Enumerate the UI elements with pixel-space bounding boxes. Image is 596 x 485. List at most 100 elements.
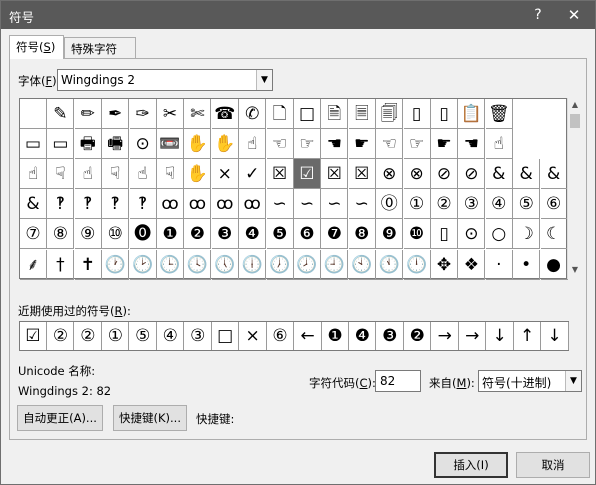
- symbol-cell[interactable]: &: [20, 189, 47, 220]
- cancel-button[interactable]: 取消: [516, 452, 590, 478]
- symbol-cell[interactable]: ☒: [321, 159, 349, 190]
- symbol-cell[interactable]: ☛: [431, 129, 458, 160]
- symbol-cell[interactable]: 🗏: [348, 99, 376, 129]
- symbol-cell[interactable]: ✂: [157, 99, 184, 129]
- symbol-cell[interactable]: 🕔: [211, 249, 239, 280]
- symbol-cell[interactable]: ⊙: [129, 129, 157, 160]
- recent-symbol-cell[interactable]: →: [459, 322, 487, 350]
- symbol-cell[interactable]: 🗐: [376, 99, 404, 129]
- symbol-cell[interactable]: ●: [540, 249, 568, 280]
- recent-symbols[interactable]: ☑ ② ② ① ⑤ ④ ③ □ × ⑥ ← ❶ ❹ ❸ ❷ → → ↓ ↑ ↓: [19, 321, 569, 351]
- symbol-cell[interactable]: ☝: [485, 129, 513, 160]
- symbol-cell[interactable]: ☝: [239, 129, 267, 160]
- symbol-cell[interactable]: ∽: [348, 189, 376, 220]
- recent-symbol-cell[interactable]: ☑: [20, 322, 47, 350]
- symbol-cell[interactable]: ☜: [376, 129, 404, 160]
- symbol-cell[interactable]: ☾: [540, 219, 568, 250]
- recent-symbol-cell[interactable]: →: [432, 322, 459, 350]
- symbol-cell[interactable]: ❹: [239, 219, 267, 250]
- symbol-cell[interactable]: ⑥: [540, 189, 568, 220]
- symbol-cell[interactable]: ☟: [47, 159, 75, 190]
- symbol-cell[interactable]: 🕙: [348, 249, 376, 280]
- close-button[interactable]: ✕: [559, 1, 589, 29]
- symbol-cell[interactable]: ꝏ: [157, 189, 184, 220]
- symbol-cell[interactable]: ❽: [348, 219, 376, 250]
- recent-symbol-cell[interactable]: ❶: [322, 322, 349, 350]
- symbol-cell[interactable]: ⓪: [376, 189, 404, 220]
- recent-symbol-cell[interactable]: ③: [185, 322, 212, 350]
- symbol-cell[interactable]: ☜: [266, 129, 294, 160]
- symbol-cell[interactable]: &: [485, 159, 513, 190]
- symbol-cell[interactable]: ⊗: [403, 159, 431, 190]
- symbol-cell[interactable]: ▯: [403, 99, 431, 129]
- symbol-cell[interactable]: ②: [431, 189, 458, 220]
- recent-symbol-cell[interactable]: ⑥: [267, 322, 295, 350]
- symbol-cell[interactable]: ‽: [74, 189, 102, 220]
- symbol-cell[interactable]: ☎: [211, 99, 239, 129]
- symbol-cell[interactable]: &: [540, 159, 568, 190]
- symbol-cell[interactable]: ☑: [294, 159, 321, 190]
- symbol-cell[interactable]: ✒: [102, 99, 130, 129]
- symbol-cell[interactable]: ☽: [513, 219, 541, 250]
- recent-symbol-cell[interactable]: ↓: [542, 322, 569, 350]
- symbol-cell[interactable]: ❻: [294, 219, 321, 250]
- symbol-cell[interactable]: ☚: [458, 129, 486, 160]
- autocorrect-button[interactable]: 自动更正(A)...: [17, 405, 103, 431]
- recent-symbol-cell[interactable]: ←: [295, 322, 322, 350]
- symbol-cell[interactable]: ☟: [102, 159, 130, 190]
- symbol-cell[interactable]: ☝: [74, 159, 102, 190]
- symbol-cell[interactable]: ⊘: [458, 159, 486, 190]
- recent-symbol-cell[interactable]: ↓: [487, 322, 514, 350]
- recent-symbol-cell[interactable]: □: [212, 322, 240, 350]
- symbol-cell[interactable]: ⑤: [513, 189, 541, 220]
- symbol-cell[interactable]: ❿: [403, 219, 431, 250]
- symbol-cell[interactable]: 🖷: [102, 129, 130, 160]
- symbol-cell[interactable]: ‽: [102, 189, 130, 220]
- symbol-cell[interactable]: ❖: [458, 249, 486, 280]
- symbol-cell[interactable]: ·: [485, 249, 513, 280]
- recent-symbol-cell[interactable]: ①: [102, 322, 130, 350]
- tab-special-characters[interactable]: 特殊字符(P): [64, 37, 136, 71]
- symbol-cell[interactable]: ✏: [74, 99, 102, 129]
- symbol-cell[interactable]: ∽: [294, 189, 321, 220]
- symbol-cell[interactable]: 📋: [458, 99, 486, 129]
- recent-symbol-cell[interactable]: ❹: [349, 322, 377, 350]
- symbol-cell[interactable]: ∽: [321, 189, 349, 220]
- symbol-cell[interactable]: ✝: [74, 249, 102, 280]
- symbol-cell[interactable]: ✎: [47, 99, 75, 129]
- char-code-input[interactable]: 82: [375, 370, 421, 392]
- symbol-cell[interactable]: 🕒: [157, 249, 184, 280]
- symbol-cell[interactable]: ▯: [431, 219, 458, 250]
- recent-symbol-cell[interactable]: ②: [75, 322, 102, 350]
- symbol-cell[interactable]: 🕖: [266, 249, 294, 280]
- shortcut-key-button[interactable]: 快捷键(K)...: [113, 405, 187, 431]
- help-button[interactable]: ?: [523, 1, 553, 29]
- symbol-cell[interactable]: ☚: [321, 129, 349, 160]
- symbol-cell[interactable]: ⑧: [47, 219, 75, 250]
- symbol-cell[interactable]: ✋: [184, 129, 212, 160]
- symbol-cell[interactable]: 🕚: [376, 249, 404, 280]
- chevron-down-icon[interactable]: ▼: [565, 371, 581, 391]
- symbol-cell[interactable]: ▭: [20, 129, 47, 160]
- symbol-cell[interactable]: ‽: [129, 189, 157, 220]
- symbol-cell[interactable]: ✑: [129, 99, 157, 129]
- symbol-cell[interactable]: ❸: [211, 219, 239, 250]
- recent-symbol-cell[interactable]: ④: [157, 322, 185, 350]
- scroll-up-icon[interactable]: ▲: [568, 98, 582, 112]
- symbol-cell[interactable]: ✥: [431, 249, 458, 280]
- symbol-cell[interactable]: ①: [403, 189, 431, 220]
- scroll-thumb[interactable]: [570, 114, 580, 128]
- tab-symbols[interactable]: 符号(S): [9, 35, 64, 59]
- symbol-cell[interactable]: ✋: [184, 159, 212, 190]
- symbol-cell[interactable]: ⸙: [20, 249, 47, 280]
- symbol-cell[interactable]: ❷: [184, 219, 212, 250]
- symbol-cell[interactable]: [20, 99, 47, 129]
- symbol-cell[interactable]: ❺: [266, 219, 294, 250]
- symbol-cell[interactable]: ☝: [20, 159, 47, 190]
- scroll-down-icon[interactable]: ▼: [568, 263, 582, 277]
- symbol-cell[interactable]: ✆: [239, 99, 267, 129]
- symbol-cell[interactable]: ☒: [348, 159, 376, 190]
- recent-symbol-cell[interactable]: ❸: [377, 322, 404, 350]
- symbol-cell[interactable]: ☝: [129, 159, 157, 190]
- symbol-cell[interactable]: ⊗: [376, 159, 404, 190]
